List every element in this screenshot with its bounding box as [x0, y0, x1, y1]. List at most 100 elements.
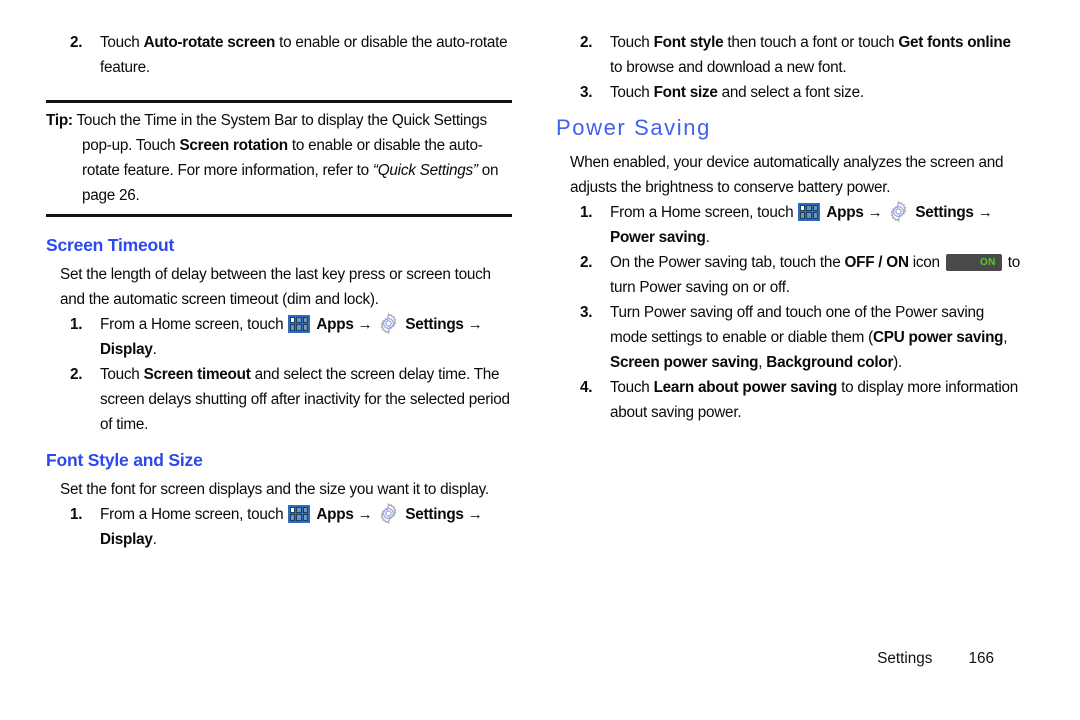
- list-number: 2.: [580, 34, 593, 51]
- list-item: 2. Touch Font style then touch a font or…: [556, 30, 1022, 80]
- step-text: Touch Screen timeout and select the scre…: [100, 366, 510, 433]
- list-item: 2. On the Power saving tab, touch the OF…: [556, 250, 1022, 300]
- step-text: Touch Auto-rotate screen to enable or di…: [100, 34, 508, 76]
- footer-section-label: Settings: [877, 650, 933, 667]
- destination-label: Display: [100, 341, 153, 358]
- destination-label: Display: [100, 531, 153, 548]
- heading-font-style-and-size: Font Style and Size: [46, 450, 203, 470]
- text-fragment: Touch: [100, 34, 144, 51]
- heading-screen-timeout: Screen Timeout: [46, 235, 175, 255]
- text-fragment: From a Home screen, touch: [100, 506, 288, 523]
- settings-label: Settings: [915, 204, 974, 221]
- bold-term: Font style: [653, 34, 724, 51]
- settings-nav-token: Settings: [886, 200, 974, 223]
- apps-label: Apps: [316, 506, 354, 523]
- list-item: 3. Turn Power saving off and touch one o…: [556, 300, 1022, 375]
- tip-block: Tip: Touch the Time in the System Bar to…: [46, 103, 512, 214]
- arrow-icon: →: [467, 316, 483, 333]
- list-number: 1.: [580, 204, 593, 221]
- toggle-on-icon[interactable]: ON: [945, 254, 1002, 271]
- settings-nav-token: Settings: [376, 502, 464, 525]
- list-number: 3.: [580, 304, 593, 321]
- step-text: Touch Learn about power saving to displa…: [610, 379, 1018, 421]
- list-item: 1. From a Home screen, touch Apps → Sett…: [556, 200, 1022, 250]
- bold-term: Learn about power saving: [653, 379, 838, 396]
- gear-icon[interactable]: [377, 312, 400, 335]
- text-fragment: to browse and download a new font.: [610, 59, 847, 76]
- screen-timeout-intro: Set the length of delay between the last…: [60, 266, 491, 308]
- text-fragment: From a Home screen, touch: [100, 316, 288, 333]
- step-text: From a Home screen, touch Apps → Setting…: [610, 200, 993, 246]
- apps-nav-token: Apps: [287, 315, 354, 333]
- text-fragment: icon: [908, 254, 944, 271]
- text-fragment: .: [152, 341, 157, 358]
- bold-term: Get fonts online: [898, 34, 1011, 51]
- list-number: 2.: [580, 254, 593, 271]
- text-fragment: Touch: [610, 84, 654, 101]
- footer-page-number: 166: [968, 650, 994, 667]
- text-fragment: ).: [893, 354, 903, 371]
- gear-icon[interactable]: [887, 200, 910, 223]
- list-item: 2. Touch Screen timeout and select the s…: [46, 362, 512, 437]
- manual-page: 2. Touch Auto-rotate screen to enable or…: [0, 0, 1080, 720]
- arrow-icon: →: [867, 204, 883, 221]
- bold-term: Background color: [766, 354, 894, 371]
- arrow-icon: →: [357, 506, 373, 523]
- text-fragment: and select a font size.: [717, 84, 864, 101]
- bold-term: CPU power saving: [872, 329, 1004, 346]
- bold-term: Auto-rotate screen: [143, 34, 276, 51]
- auto-rotate-step-list: 2. Touch Auto-rotate screen to enable or…: [46, 30, 512, 80]
- list-item: 4. Touch Learn about power saving to dis…: [556, 375, 1022, 425]
- gear-icon[interactable]: [377, 502, 400, 525]
- arrow-icon: →: [357, 316, 373, 333]
- text-fragment: From a Home screen, touch: [610, 204, 798, 221]
- step-text: Touch Font style then touch a font or to…: [610, 34, 1011, 76]
- font-style-step-list: 1. From a Home screen, touch Apps → Sett…: [46, 502, 512, 552]
- power-saving-intro: When enabled, your device automatically …: [570, 154, 1004, 196]
- apps-grid-icon[interactable]: [288, 315, 311, 333]
- step-text: Touch Font size and select a font size.: [610, 84, 864, 101]
- list-item: 1. From a Home screen, touch Apps → Sett…: [46, 312, 512, 362]
- destination-label: Power saving: [610, 229, 706, 246]
- font-steps-continued-list: 2. Touch Font style then touch a font or…: [556, 30, 1022, 105]
- cross-reference: “Quick Settings”: [372, 162, 478, 179]
- right-column: 2. Touch Font style then touch a font or…: [556, 30, 1022, 425]
- text-fragment: ,: [1003, 329, 1008, 346]
- text-fragment: .: [705, 229, 710, 246]
- power-saving-step-list: 1. From a Home screen, touch Apps → Sett…: [556, 200, 1022, 425]
- apps-grid-icon[interactable]: [798, 203, 821, 221]
- arrow-icon: →: [467, 506, 483, 523]
- text-fragment: Touch: [610, 34, 654, 51]
- list-number: 3.: [580, 84, 593, 101]
- heading-power-saving: Power Saving: [556, 115, 711, 140]
- text-fragment: Touch: [100, 366, 144, 383]
- step-text: From a Home screen, touch Apps → Setting…: [100, 312, 483, 358]
- apps-grid-icon[interactable]: [288, 505, 311, 523]
- bold-term: Screen timeout: [143, 366, 251, 383]
- step-text: From a Home screen, touch Apps → Setting…: [100, 502, 483, 548]
- list-item: 1. From a Home screen, touch Apps → Sett…: [46, 502, 512, 552]
- list-number: 2.: [70, 34, 83, 51]
- toggle-state-label: ON: [980, 257, 996, 268]
- bold-term: Screen rotation: [179, 137, 288, 154]
- bold-term: Screen power saving: [610, 354, 759, 371]
- settings-label: Settings: [405, 506, 464, 523]
- font-style-intro: Set the font for screen displays and the…: [60, 481, 489, 498]
- list-item: 3. Touch Font size and select a font siz…: [556, 80, 1022, 105]
- apps-nav-token: Apps: [287, 505, 354, 523]
- apps-label: Apps: [826, 204, 864, 221]
- page-footer: Settings 166: [0, 650, 1080, 668]
- left-column: 2. Touch Auto-rotate screen to enable or…: [46, 30, 512, 552]
- tip-label: Tip:: [46, 112, 73, 129]
- apps-nav-token: Apps: [797, 203, 864, 221]
- list-number: 4.: [580, 379, 593, 396]
- list-number: 1.: [70, 316, 83, 333]
- text-fragment: then touch a font or touch: [723, 34, 899, 51]
- text-fragment: .: [152, 531, 157, 548]
- settings-label: Settings: [405, 316, 464, 333]
- apps-label: Apps: [316, 316, 354, 333]
- step-text: On the Power saving tab, touch the OFF /…: [610, 254, 1020, 296]
- list-number: 1.: [70, 506, 83, 523]
- text-fragment: Touch: [610, 379, 654, 396]
- screen-timeout-step-list: 1. From a Home screen, touch Apps → Sett…: [46, 312, 512, 437]
